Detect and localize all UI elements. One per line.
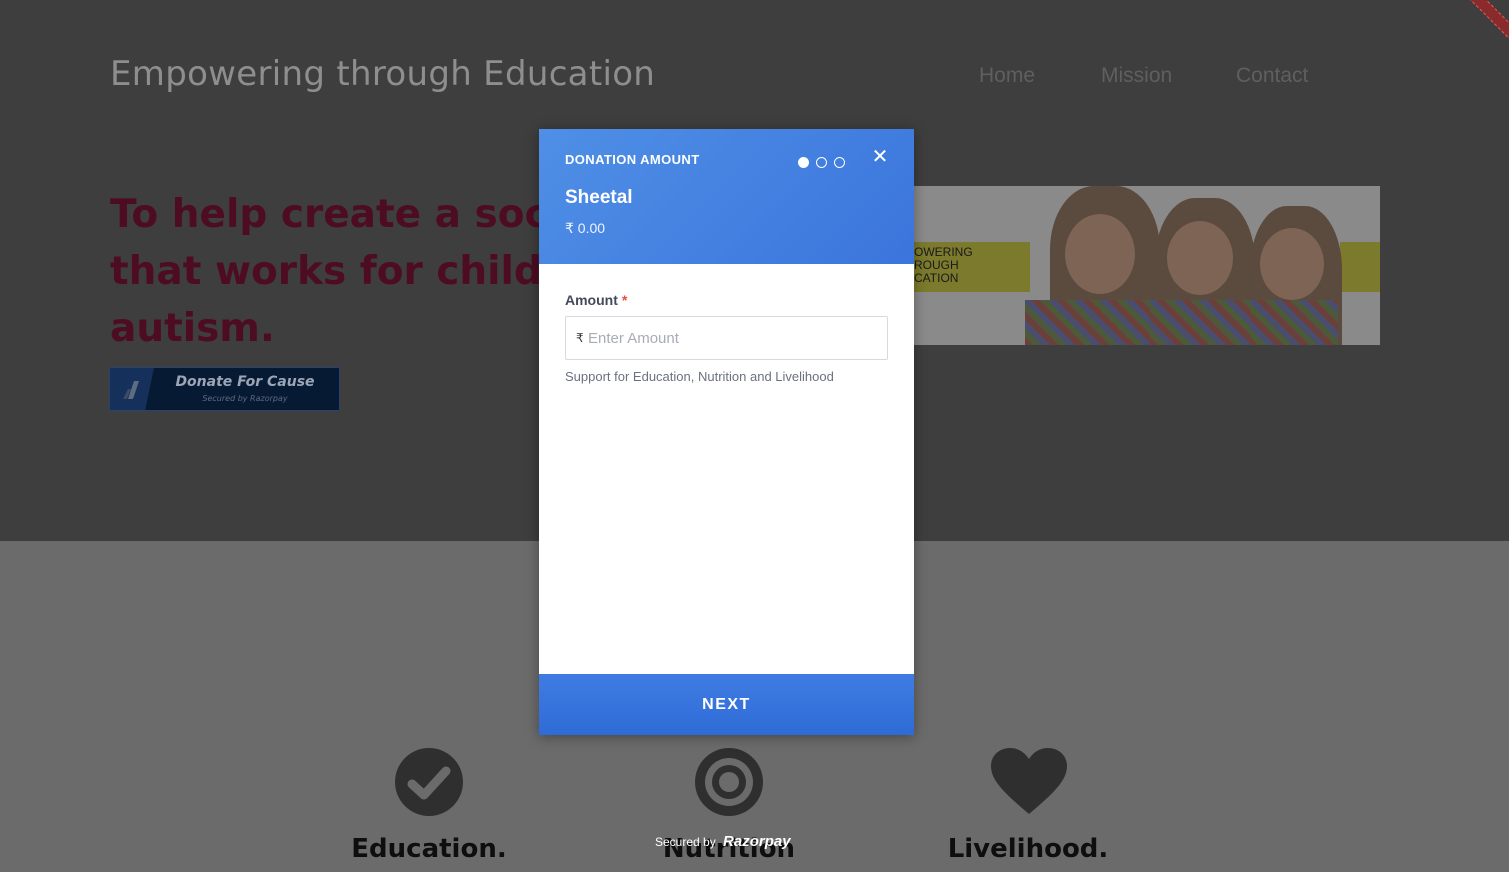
site-title: Empowering through Education [110, 54, 656, 94]
close-icon[interactable]: ✕ [870, 146, 890, 166]
amount-label-text: Amount [565, 292, 618, 308]
heart-icon [991, 748, 1067, 816]
step-dot-1 [798, 157, 809, 168]
merchant-name: Sheetal [565, 187, 633, 208]
feature-livelihood-label: Livelihood. [947, 834, 1109, 864]
rupee-icon: ₹ [576, 331, 584, 345]
step-dot-2 [816, 157, 827, 168]
razorpay-brand: Razorpay [723, 833, 791, 850]
hero-headline: To help create a soc that works for chil… [110, 192, 548, 351]
check-circle-icon [395, 748, 463, 816]
banner-child-3-shirt [1250, 300, 1338, 345]
banner-text: OWERING ROUGH CATION [914, 245, 973, 285]
amount-help-text: Support for Education, Nutrition and Liv… [565, 369, 834, 384]
secured-by-text: Secured by [655, 835, 716, 849]
hero-banner-image: OWERING ROUGH CATION [880, 186, 1380, 345]
donate-for-cause-button[interactable]: Donate For Cause Secured by Razorpay [109, 367, 340, 411]
amount-input[interactable] [588, 317, 878, 359]
target-icon [695, 748, 763, 816]
banner-child-2-shirt [1150, 300, 1260, 345]
secured-by-footer: Secured by Razorpay [655, 833, 791, 850]
banner-child-2-face [1167, 221, 1233, 295]
donate-button-label: Donate For Cause [175, 374, 315, 390]
modal-title: DONATION AMOUNT [565, 152, 700, 167]
nav-mission[interactable]: Mission [1101, 64, 1172, 88]
required-mark: * [621, 292, 628, 308]
donate-button-sublabel: Secured by Razorpay [202, 394, 288, 403]
amount-field[interactable]: ₹ [565, 316, 888, 360]
next-button[interactable]: NEXT [539, 674, 914, 735]
razorpay-logo-icon [110, 368, 154, 410]
banner-child-3-face [1260, 228, 1324, 300]
donation-modal: DONATION AMOUNT ✕ Sheetal ₹ 0.00 Amount *… [539, 129, 914, 735]
step-dot-3 [834, 157, 845, 168]
step-indicator [798, 152, 852, 171]
amount-label: Amount * [565, 292, 627, 308]
corner-ribbon [1469, 0, 1509, 40]
nav-home[interactable]: Home [979, 64, 1035, 88]
total-amount: ₹ 0.00 [565, 220, 606, 236]
nav-contact[interactable]: Contact [1236, 64, 1308, 88]
feature-education-label: Education. [351, 834, 507, 864]
modal-header: DONATION AMOUNT ✕ Sheetal ₹ 0.00 [539, 129, 914, 264]
banner-paint-stroke-right [1340, 242, 1380, 292]
banner-child-1-face [1065, 214, 1135, 294]
